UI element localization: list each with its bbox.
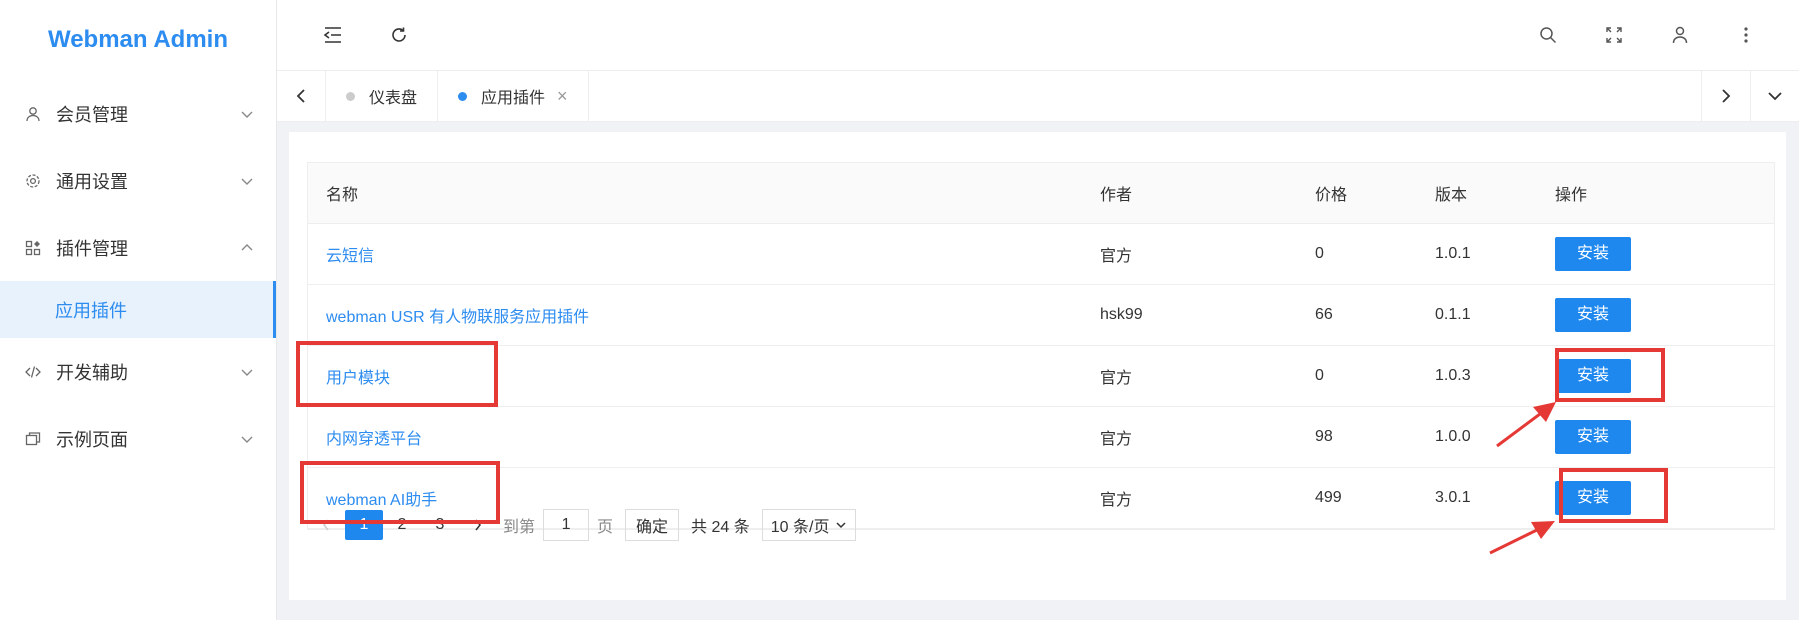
chevron-down-icon xyxy=(241,111,253,118)
sidebar-item-label: 插件管理 xyxy=(56,238,128,259)
chevron-down-icon xyxy=(241,369,253,376)
tab-app-plugins[interactable]: 应用插件 × xyxy=(438,71,589,121)
sidebar-item-label: 开发辅助 xyxy=(56,362,128,383)
plugin-table: 名称 作者 价格 版本 操作 云短信 官方 0 1.0.1 安装 webman … xyxy=(307,162,1775,530)
plugin-version: 1.0.3 xyxy=(1435,367,1471,384)
tab-scroll-left[interactable] xyxy=(277,71,326,121)
table-row: 云短信 官方 0 1.0.1 安装 xyxy=(308,224,1774,285)
sidebar-item-label: 应用插件 xyxy=(55,300,127,321)
goto-label: 到第 xyxy=(503,519,536,536)
plugin-name-link[interactable]: 云短信 xyxy=(326,248,374,265)
column-header-version: 版本 xyxy=(1435,187,1468,204)
plugin-price: 0 xyxy=(1315,367,1324,384)
tab-status-dot xyxy=(346,91,355,101)
plugin-name-link[interactable]: webman USR 有人物联服务应用插件 xyxy=(326,309,589,326)
page-unit-label: 页 xyxy=(597,519,614,536)
install-button[interactable]: 安装 xyxy=(1555,237,1631,271)
chevron-right-icon xyxy=(1722,89,1731,103)
sidebar-item-plugins[interactable]: 插件管理 xyxy=(0,214,276,281)
plugin-version: 1.0.1 xyxy=(1435,245,1471,262)
tab-bar: 仪表盘 应用插件 × xyxy=(277,70,1799,122)
code-icon xyxy=(24,363,42,381)
sidebar-item-label: 通用设置 xyxy=(56,171,128,192)
plugin-icon xyxy=(24,239,42,257)
sidebar-item-label: 会员管理 xyxy=(56,104,128,125)
sidebar-item-dev[interactable]: 开发辅助 xyxy=(0,338,276,405)
total-count: 共 24 条 xyxy=(691,519,750,536)
collapse-menu-icon[interactable] xyxy=(321,23,345,47)
sidebar-item-label: 示例页面 xyxy=(56,429,128,450)
plugin-version: 1.0.0 xyxy=(1435,428,1471,445)
gear-icon xyxy=(24,172,42,190)
page-size-select[interactable]: 10 条/页 xyxy=(761,509,857,541)
user-icon xyxy=(24,105,42,123)
install-button[interactable]: 安装 xyxy=(1555,420,1631,454)
sidebar-item-examples[interactable]: 示例页面 xyxy=(0,405,276,472)
goto-confirm-button[interactable]: 确定 xyxy=(625,509,680,541)
plugin-author: 官方 xyxy=(1100,370,1133,387)
sidebar: Webman Admin 会员管理 通用设置 插件管理 应用插件 开发辅助 示例… xyxy=(0,0,277,620)
brand-logo[interactable]: Webman Admin xyxy=(0,0,276,80)
more-icon[interactable] xyxy=(1734,23,1758,47)
refresh-icon[interactable] xyxy=(387,23,411,47)
column-header-author: 作者 xyxy=(1100,187,1133,204)
user-icon[interactable] xyxy=(1668,23,1692,47)
highlight-box-user-module xyxy=(296,341,498,407)
tab-label: 仪表盘 xyxy=(369,90,418,107)
sidebar-item-app-plugins[interactable]: 应用插件 xyxy=(0,281,276,338)
tab-status-dot xyxy=(458,91,468,101)
highlight-box-install-2 xyxy=(1559,468,1668,523)
plugin-price: 66 xyxy=(1315,306,1333,323)
fullscreen-icon[interactable] xyxy=(1602,23,1626,47)
plugin-price: 98 xyxy=(1315,428,1333,445)
plugin-author: 官方 xyxy=(1100,248,1133,265)
tab-dashboard[interactable]: 仪表盘 xyxy=(326,71,439,121)
chevron-down-icon xyxy=(241,178,253,185)
plugin-name-link[interactable]: 内网穿透平台 xyxy=(326,431,422,448)
table-row: 内网穿透平台 官方 98 1.0.0 安装 xyxy=(308,407,1774,468)
chevron-down-icon xyxy=(836,522,846,529)
sidebar-item-member[interactable]: 会员管理 xyxy=(0,80,276,147)
plugin-author: 官方 xyxy=(1100,431,1133,448)
column-header-price: 价格 xyxy=(1315,187,1348,204)
plugin-author: hsk99 xyxy=(1100,306,1143,323)
highlight-box-install-1 xyxy=(1555,348,1665,402)
page-icon xyxy=(24,430,42,448)
highlight-box-ai-assistant xyxy=(300,461,500,524)
install-button[interactable]: 安装 xyxy=(1555,298,1631,332)
chevron-left-icon xyxy=(296,89,305,103)
tab-scroll-right[interactable] xyxy=(1701,71,1750,121)
close-icon[interactable]: × xyxy=(557,86,568,107)
sidebar-item-settings[interactable]: 通用设置 xyxy=(0,147,276,214)
table-header-row: 名称 作者 价格 版本 操作 xyxy=(308,163,1774,224)
tab-label: 应用插件 xyxy=(481,90,546,107)
tab-menu-dropdown[interactable] xyxy=(1750,71,1799,121)
page-size-value: 10 条/页 xyxy=(770,519,830,536)
goto-page-input[interactable]: 1 xyxy=(543,509,590,541)
chevron-down-icon xyxy=(1768,92,1782,101)
column-header-op: 操作 xyxy=(1555,187,1588,204)
top-header xyxy=(277,0,1799,70)
pagination: 1 2 3 到第 1 页 确定 共 24 条 10 条/页 xyxy=(307,500,1773,550)
plugin-version: 0.1.1 xyxy=(1435,306,1471,323)
column-header-name: 名称 xyxy=(326,187,359,204)
plugin-price: 0 xyxy=(1315,245,1324,262)
chevron-down-icon xyxy=(241,436,253,443)
chevron-up-icon xyxy=(241,243,253,250)
table-row: webman USR 有人物联服务应用插件 hsk99 66 0.1.1 安装 xyxy=(308,285,1774,346)
search-icon[interactable] xyxy=(1536,23,1560,47)
